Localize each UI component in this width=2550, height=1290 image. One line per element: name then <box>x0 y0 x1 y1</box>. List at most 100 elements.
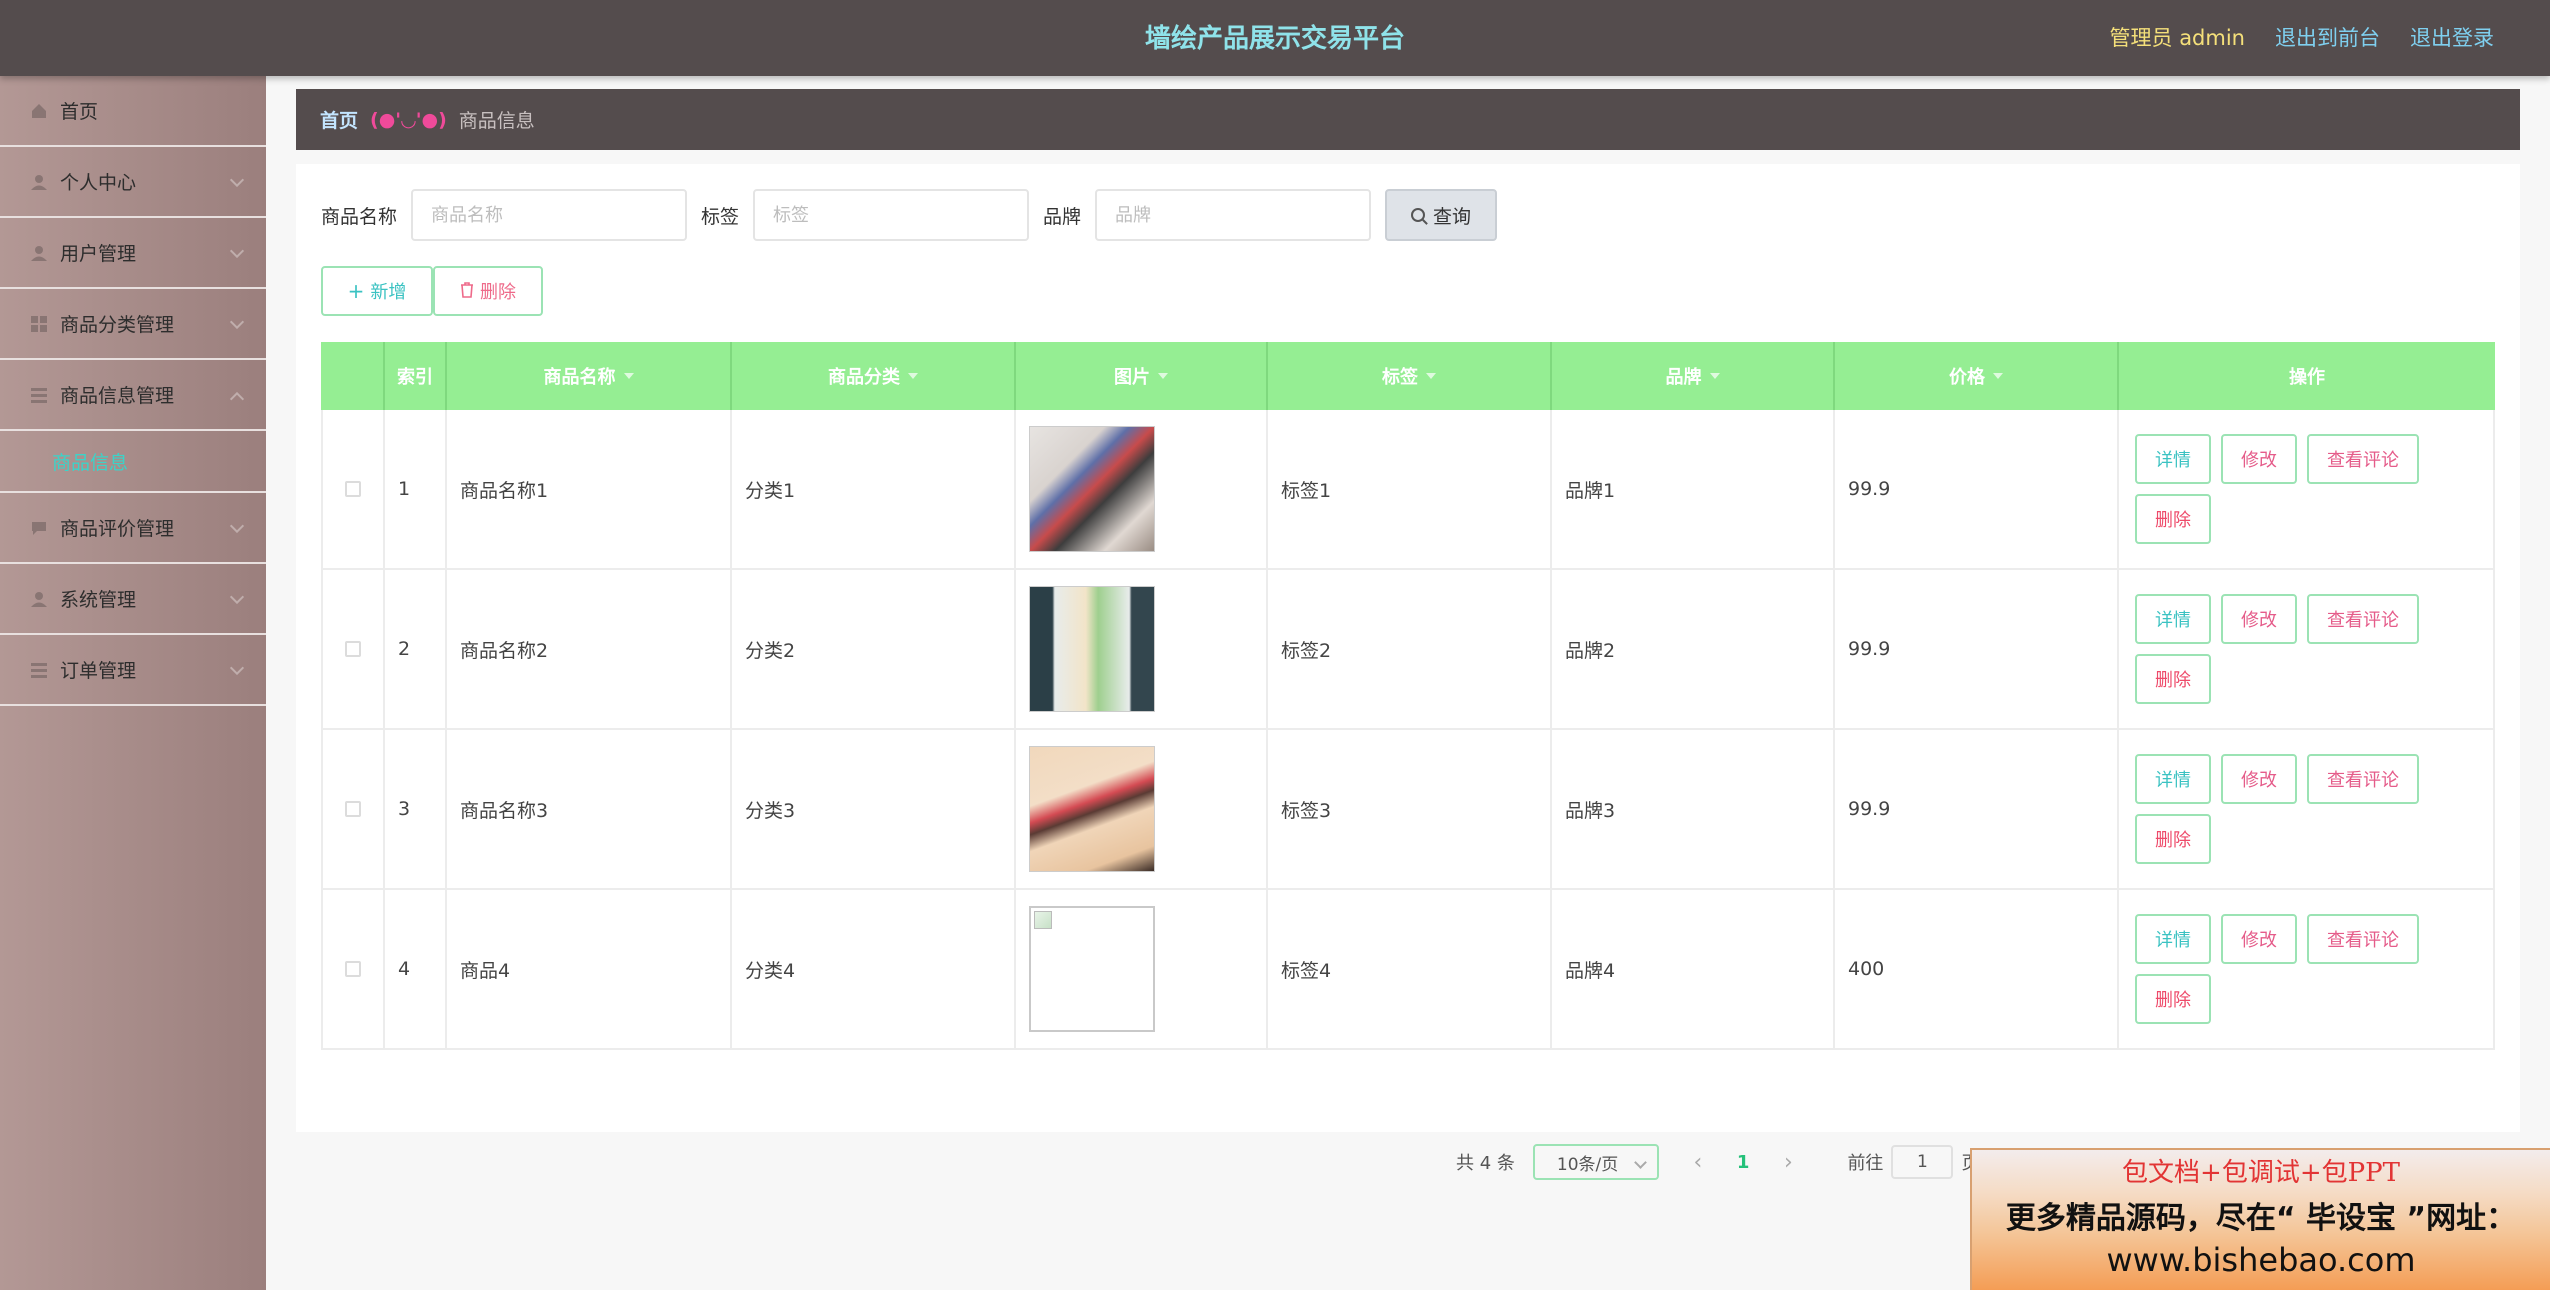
trash-icon <box>460 279 474 303</box>
column-header-label: 品牌 <box>1665 367 1702 388</box>
sidebar-item-label: 用户管理 <box>60 243 137 265</box>
sidebar-item-personal-center[interactable]: 个人中心 <box>0 147 266 218</box>
sort-icon <box>1158 373 1168 379</box>
name-search-input[interactable] <box>411 189 688 241</box>
column-header-name[interactable]: 商品名称 <box>447 342 732 410</box>
cell-operations: 详情 修改 查看评论 删除 <box>2119 890 2495 1048</box>
cell-tag: 标签1 <box>1268 410 1552 568</box>
search-icon <box>1411 208 1426 222</box>
detail-button[interactable]: 详情 <box>2135 434 2211 484</box>
sidebar-item-home[interactable]: 首页 <box>0 76 266 147</box>
name-label: 商品名称 <box>321 205 398 228</box>
edit-button[interactable]: 修改 <box>2221 754 2297 804</box>
chevron-down-icon <box>229 589 245 605</box>
cell-tag: 标签2 <box>1268 570 1552 728</box>
breadcrumb-current: 商品信息 <box>458 110 535 132</box>
broken-image-icon[interactable] <box>1029 906 1155 1032</box>
ad-line-3: www.bishebao.com <box>2106 1241 2416 1279</box>
product-thumbnail[interactable] <box>1029 426 1155 552</box>
goto-page-input[interactable]: 1 <box>1891 1145 1954 1179</box>
delete-button[interactable]: 删除 <box>2135 494 2211 544</box>
row-checkbox[interactable] <box>323 570 385 728</box>
detail-button[interactable]: 详情 <box>2135 594 2211 644</box>
list-icon <box>30 386 48 404</box>
column-header-index: 索引 <box>385 342 447 410</box>
cell-brand: 品牌4 <box>1552 890 1835 1048</box>
column-header-image[interactable]: 图片 <box>1016 342 1268 410</box>
sort-icon <box>1426 373 1436 379</box>
header-links: 管理员 admin 退出到前台 退出登录 <box>2110 22 2494 52</box>
product-thumbnail[interactable] <box>1029 586 1155 712</box>
column-header-category[interactable]: 商品分类 <box>732 342 1016 410</box>
column-header-label: 商品名称 <box>543 367 616 388</box>
delete-button[interactable]: 删除 <box>2135 814 2211 864</box>
sort-icon <box>908 373 918 379</box>
sidebar-item-review-management[interactable]: 商品评价管理 <box>0 493 266 564</box>
sidebar-item-category-management[interactable]: 商品分类管理 <box>0 289 266 360</box>
detail-button[interactable]: 详情 <box>2135 754 2211 804</box>
checkbox-icon <box>345 961 361 977</box>
next-page-button[interactable]: › <box>1773 1150 1803 1175</box>
checkbox-icon <box>345 801 361 817</box>
chevron-up-icon <box>229 391 245 407</box>
cell-price: 99.9 <box>1835 570 2119 728</box>
grid-icon <box>30 315 48 333</box>
ad-banner[interactable]: 包文档+包调试+包PPT 更多精品源码，尽在“ 毕设宝 ”网址： www.bis… <box>1970 1148 2550 1290</box>
page-size-select[interactable]: 10条/页 <box>1532 1144 1659 1180</box>
view-reviews-button[interactable]: 查看评论 <box>2307 594 2419 644</box>
tag-label: 标签 <box>701 205 740 228</box>
add-button-label: 新增 <box>370 282 407 303</box>
breadcrumb-home[interactable]: 首页 <box>320 106 358 133</box>
tag-search-input[interactable] <box>753 189 1030 241</box>
sidebar-item-system-management[interactable]: 系统管理 <box>0 564 266 635</box>
cell-image <box>1016 890 1268 1048</box>
chat-icon <box>30 519 48 537</box>
batch-delete-button[interactable]: 删除 <box>433 266 543 316</box>
add-button[interactable]: + 新增 <box>321 266 433 316</box>
view-reviews-button[interactable]: 查看评论 <box>2307 914 2419 964</box>
query-button[interactable]: 查询 <box>1385 189 1498 241</box>
cell-index: 2 <box>385 570 447 728</box>
delete-button[interactable]: 删除 <box>2135 654 2211 704</box>
home-icon <box>30 102 48 120</box>
sidebar-item-user-management[interactable]: 用户管理 <box>0 218 266 289</box>
ad-line-1: 包文档+包调试+包PPT <box>2122 1158 2400 1188</box>
row-checkbox[interactable] <box>323 730 385 888</box>
page-number-1[interactable]: 1 <box>1737 1152 1750 1173</box>
cell-price: 99.9 <box>1835 730 2119 888</box>
chevron-down-icon <box>229 518 245 534</box>
select-all-checkbox[interactable] <box>321 342 385 410</box>
column-header-brand[interactable]: 品牌 <box>1552 342 1835 410</box>
edit-button[interactable]: 修改 <box>2221 434 2297 484</box>
table-row: 3 商品名称3 分类3 标签3 品牌3 99.9 详情 修改 查看评论 删除 <box>321 730 2495 890</box>
top-header: 墙绘产品展示交易平台 管理员 admin 退出到前台 退出登录 <box>0 0 2550 76</box>
sidebar-item-label: 商品评价管理 <box>60 518 175 540</box>
sidebar-item-product-management[interactable]: 商品信息管理 <box>0 360 266 431</box>
row-checkbox[interactable] <box>323 410 385 568</box>
product-thumbnail[interactable] <box>1029 746 1155 872</box>
prev-page-button[interactable]: ‹ <box>1683 1150 1713 1175</box>
cell-name: 商品名称2 <box>447 570 732 728</box>
column-header-tag[interactable]: 标签 <box>1268 342 1552 410</box>
column-header-label: 操作 <box>2289 367 2325 388</box>
edit-button[interactable]: 修改 <box>2221 914 2297 964</box>
list-icon <box>30 661 48 679</box>
sidebar-subitem-product-info[interactable]: 商品信息 <box>0 431 266 493</box>
table-row: 2 商品名称2 分类2 标签2 品牌2 99.9 详情 修改 查看评论 删除 <box>321 570 2495 730</box>
delete-button[interactable]: 删除 <box>2135 974 2211 1024</box>
column-header-label: 价格 <box>1949 367 1985 388</box>
brand-search-input[interactable] <box>1095 189 1372 241</box>
cell-operations: 详情 修改 查看评论 删除 <box>2119 410 2495 568</box>
cell-image <box>1016 570 1268 728</box>
cell-index: 3 <box>385 730 447 888</box>
row-checkbox[interactable] <box>323 890 385 1048</box>
view-reviews-button[interactable]: 查看评论 <box>2307 754 2419 804</box>
logout-link[interactable]: 退出登录 <box>2410 22 2494 52</box>
cell-operations: 详情 修改 查看评论 删除 <box>2119 730 2495 888</box>
edit-button[interactable]: 修改 <box>2221 594 2297 644</box>
to-front-link[interactable]: 退出到前台 <box>2275 22 2380 52</box>
detail-button[interactable]: 详情 <box>2135 914 2211 964</box>
column-header-price[interactable]: 价格 <box>1835 342 2119 410</box>
view-reviews-button[interactable]: 查看评论 <box>2307 434 2419 484</box>
sidebar-item-order-management[interactable]: 订单管理 <box>0 635 266 706</box>
